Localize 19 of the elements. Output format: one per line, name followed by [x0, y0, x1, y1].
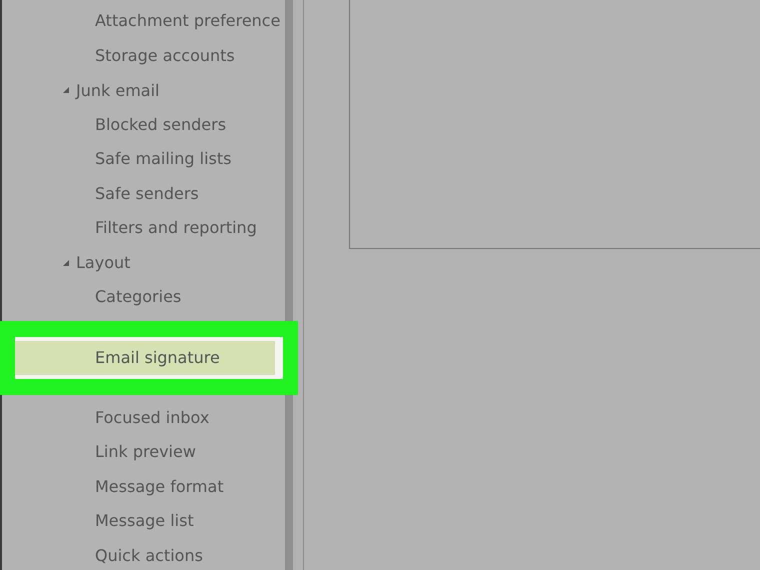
- nav-item[interactable]: Email signature: [15, 340, 275, 374]
- expanded-arrow-icon[interactable]: [62, 258, 70, 267]
- nav-item[interactable]: Safe mailing lists: [2, 142, 285, 176]
- nav-item[interactable]: Quick actions: [2, 538, 285, 570]
- nav-item[interactable]: Filters and reporting: [2, 211, 285, 246]
- nav-group[interactable]: Junk email: [2, 73, 285, 108]
- nav-item[interactable]: Categories: [2, 280, 285, 314]
- nav-item[interactable]: Message format: [2, 470, 285, 504]
- group-label: Layout: [76, 253, 130, 272]
- nav-item[interactable]: Storage accounts: [2, 38, 285, 73]
- nav-item[interactable]: Blocked senders: [2, 108, 285, 142]
- nav-item[interactable]: Attachment preference: [2, 4, 285, 38]
- group-label: Junk email: [76, 80, 160, 100]
- nav-item[interactable]: Link preview: [2, 435, 285, 470]
- nav-item[interactable]: Message list: [2, 504, 285, 538]
- expanded-arrow-icon[interactable]: [62, 86, 70, 94]
- nav-item[interactable]: Focused inbox: [2, 400, 285, 435]
- nav-item[interactable]: Safe senders: [2, 176, 285, 211]
- nav-group[interactable]: Layout: [2, 246, 285, 280]
